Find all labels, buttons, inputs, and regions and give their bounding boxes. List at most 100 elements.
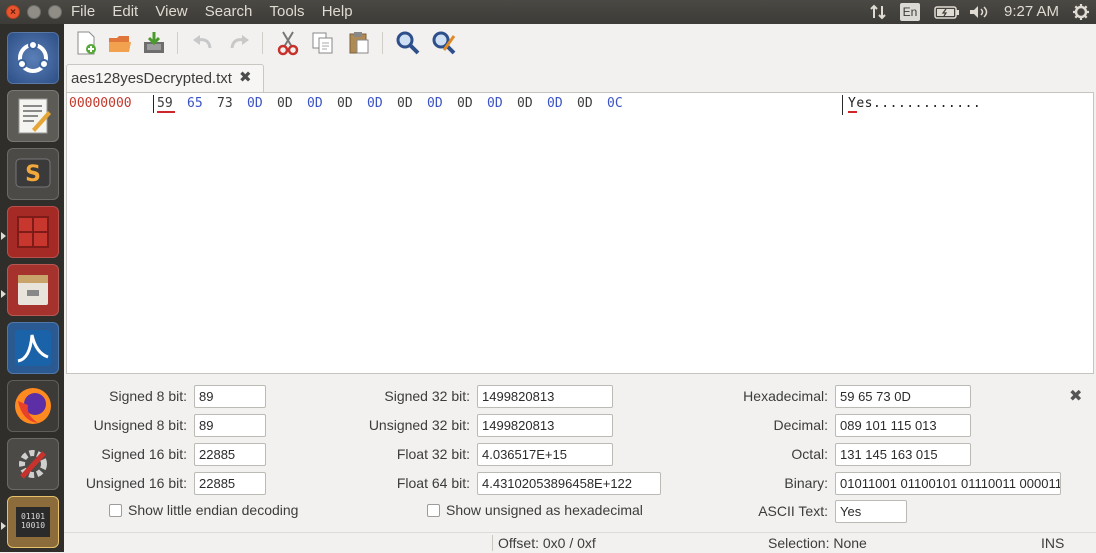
running-indicator (1, 232, 6, 240)
little-endian-label[interactable]: Show little endian decoding (128, 502, 298, 518)
save-icon[interactable] (141, 30, 167, 56)
sublime-text-icon[interactable]: S (7, 148, 59, 200)
hex-byte[interactable]: 0D (397, 96, 413, 111)
hex-byte[interactable]: 0D (427, 96, 443, 111)
svg-text:10010: 10010 (21, 521, 45, 530)
wireshark-icon[interactable] (7, 322, 59, 374)
hex-byte[interactable]: 0D (517, 96, 533, 111)
hex-byte[interactable]: 65 (187, 96, 203, 111)
close-icon[interactable]: ✖ (239, 65, 252, 91)
float64-field[interactable]: 4.43102053896458E+122 (477, 472, 661, 495)
hex-byte[interactable]: 0C (607, 96, 623, 111)
cut-icon[interactable] (275, 30, 301, 56)
status-insert-mode[interactable]: INS (1041, 535, 1064, 551)
status-offset: Offset: 0x0 / 0xf (498, 535, 596, 551)
toolbar-separator (177, 32, 178, 54)
redo-icon[interactable] (226, 30, 252, 56)
unsigned-hex-label[interactable]: Show unsigned as hexadecimal (446, 502, 643, 518)
undo-icon[interactable] (190, 30, 216, 56)
signed16-field[interactable]: 22885 (194, 443, 266, 466)
hex-byte[interactable]: 0D (307, 96, 323, 111)
open-folder-icon[interactable] (107, 30, 133, 56)
ascii-text-label: ASCII Text: (758, 503, 828, 519)
menu-help[interactable]: Help (322, 3, 353, 20)
toolbar-separator (262, 32, 263, 54)
system-settings-icon[interactable] (7, 438, 59, 490)
clock[interactable]: 9:27 AM (1004, 3, 1059, 20)
launcher: S 01101 10010 (0, 24, 64, 552)
decimal-label: Decimal: (773, 417, 828, 433)
hex-byte[interactable]: 0D (337, 96, 353, 111)
signed8-field[interactable]: 89 (194, 385, 266, 408)
ascii-column[interactable]: Yes............. (848, 96, 981, 111)
ascii-text-field[interactable]: Yes (835, 500, 907, 523)
toolbar (64, 24, 1096, 62)
window-maximize-button[interactable] (48, 5, 62, 19)
menu-bar: File Edit View Search Tools Help (63, 3, 366, 20)
binary-label: Binary: (784, 475, 828, 491)
ubuntu-dash-icon[interactable] (7, 32, 59, 84)
copy-icon[interactable] (310, 30, 336, 56)
unsigned16-field[interactable]: 22885 (194, 472, 266, 495)
binary-field[interactable]: 01011001 01100101 01110011 00001101 (835, 472, 1061, 495)
volume-icon[interactable] (969, 5, 991, 19)
unsigned8-field[interactable]: 89 (194, 414, 266, 437)
network-transfer-icon[interactable] (869, 4, 887, 20)
status-selection: Selection: None (768, 535, 867, 551)
status-bar: Offset: 0x0 / 0xf Selection: None INS (64, 532, 1096, 553)
signed32-field[interactable]: 1499820813 (477, 385, 613, 408)
keyboard-language-indicator[interactable]: En (900, 3, 920, 21)
hex-byte[interactable]: 0D (367, 96, 383, 111)
window-minimize-button[interactable] (27, 5, 41, 19)
menu-view[interactable]: View (155, 3, 187, 20)
unsigned32-field[interactable]: 1499820813 (477, 414, 613, 437)
hex-byte[interactable]: 73 (217, 96, 233, 111)
hex-byte[interactable]: 0D (487, 96, 503, 111)
find-replace-icon[interactable] (431, 30, 457, 56)
float64-label: Float 64 bit: (396, 475, 470, 491)
running-indicator (1, 522, 6, 530)
hex-byte[interactable]: 0D (247, 96, 263, 111)
new-file-icon[interactable] (73, 30, 99, 56)
menu-tools[interactable]: Tools (270, 3, 305, 20)
top-panel: × File Edit View Search Tools Help En 9:… (0, 0, 1096, 24)
search-icon[interactable] (395, 30, 421, 56)
menu-file[interactable]: File (71, 3, 95, 20)
toolbar-separator (382, 32, 383, 54)
battery-icon[interactable] (934, 6, 960, 19)
hex-byte[interactable]: 0D (277, 96, 293, 111)
text-editor-icon[interactable] (7, 90, 59, 142)
terminal-mosaic-icon[interactable] (7, 206, 59, 258)
tab-strip: aes128yesDecrypted.txt ✖ (64, 62, 1096, 93)
hex-cursor (153, 95, 154, 113)
svg-text:01101: 01101 (21, 512, 45, 521)
unsigned16-label: Unsigned 16 bit: (85, 475, 187, 491)
offset-column: 00000000 (69, 96, 132, 111)
octal-label: Octal: (791, 446, 828, 462)
hex-editor-icon[interactable]: 01101 10010 (7, 496, 59, 548)
little-endian-checkbox[interactable] (109, 504, 122, 517)
paste-icon[interactable] (346, 30, 372, 56)
menu-edit[interactable]: Edit (112, 3, 138, 20)
window-close-button[interactable]: × (6, 5, 20, 19)
hex-view[interactable]: 00000000 59 65 73 0D 0D 0D 0D 0D 0D 0D 0… (66, 92, 1094, 374)
gear-icon[interactable] (1072, 3, 1090, 21)
unsigned-hex-checkbox[interactable] (427, 504, 440, 517)
menu-search[interactable]: Search (205, 3, 253, 20)
decimal-field[interactable]: 089 101 115 013 (835, 414, 971, 437)
document-tab[interactable]: aes128yesDecrypted.txt ✖ (66, 64, 264, 93)
status-separator (492, 535, 493, 551)
hex-cursor-underline (157, 111, 175, 113)
hexadecimal-field[interactable]: 59 65 73 0D (835, 385, 971, 408)
close-icon[interactable]: ✖ (1069, 386, 1082, 406)
signed32-label: Signed 32 bit: (384, 388, 470, 404)
hex-byte[interactable]: 0D (577, 96, 593, 111)
firefox-icon[interactable] (7, 380, 59, 432)
octal-field[interactable]: 131 145 163 015 (835, 443, 971, 466)
hex-byte[interactable]: 59 (157, 96, 173, 111)
hex-byte[interactable]: 0D (457, 96, 473, 111)
ascii-cursor-underline (848, 111, 857, 113)
file-cabinet-icon[interactable] (7, 264, 59, 316)
float32-field[interactable]: 4.036517E+15 (477, 443, 613, 466)
hex-byte[interactable]: 0D (547, 96, 563, 111)
